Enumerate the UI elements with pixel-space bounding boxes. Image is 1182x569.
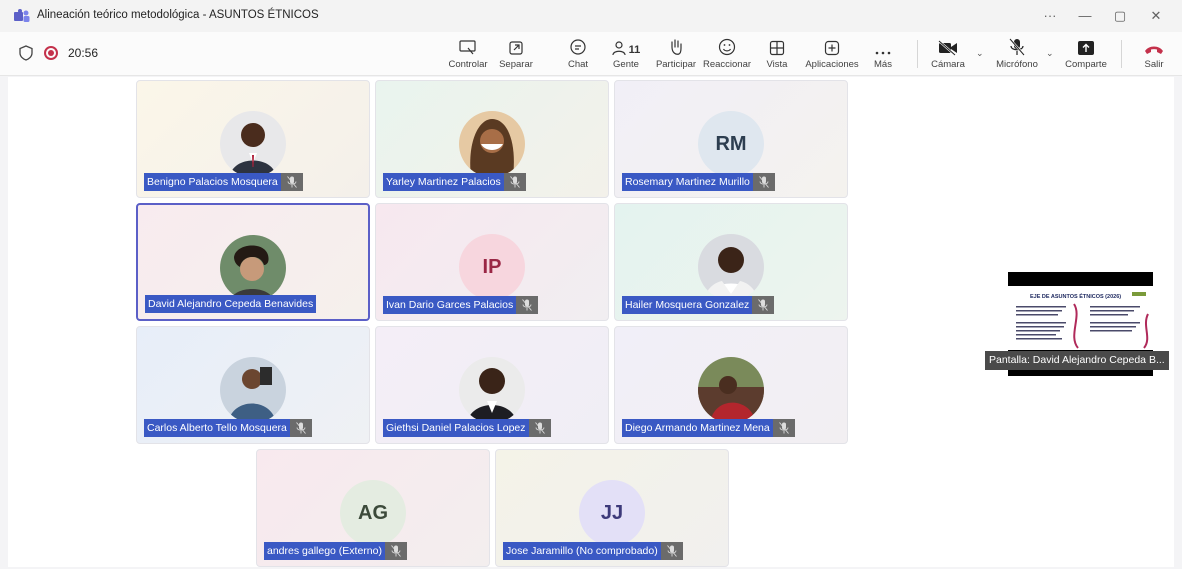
chat-button[interactable]: Chat (563, 32, 593, 76)
shared-slide: EJE DE ASUNTOS ÉTNICOS (2026) (1008, 286, 1153, 350)
participant-tile[interactable]: Benigno Palacios Mosquera (136, 80, 370, 198)
separate-button[interactable]: Separar (496, 32, 536, 76)
shield-icon (19, 45, 33, 61)
mic-muted-icon (503, 173, 526, 191)
recording-indicator-icon (44, 46, 58, 60)
view-button[interactable]: Vista (764, 32, 790, 76)
mic-muted-icon (772, 419, 795, 437)
avatar (220, 111, 286, 177)
microphone-button[interactable]: Micrófono (992, 32, 1042, 76)
avatar (698, 234, 764, 300)
participant-tile[interactable]: RM Rosemary Martinez Murillo (614, 80, 848, 198)
title-bar: Alineación teórico metodológica - ASUNTO… (0, 0, 1182, 32)
avatar (220, 357, 286, 423)
avatar (459, 357, 525, 423)
participant-nameplate: Diego Armando Martinez Mena (622, 419, 795, 437)
add-app-icon (824, 32, 840, 56)
participant-nameplate: Giethsi Daniel Palacios Lopez (383, 419, 551, 437)
mic-muted-icon (528, 419, 551, 437)
toolbar-divider (917, 40, 918, 68)
teams-icon (14, 9, 30, 22)
mic-muted-icon (752, 173, 775, 191)
mic-muted-icon (280, 173, 303, 191)
participant-nameplate: Hailer Mosquera Gonzalez (622, 296, 775, 314)
chat-icon (569, 32, 587, 56)
leave-button[interactable]: Salir (1134, 32, 1174, 76)
more-button[interactable]: Más (871, 32, 895, 76)
participant-nameplate: Ivan Dario Garces Palacios (383, 296, 539, 314)
participant-nameplate: Yarley Martinez Palacios (383, 173, 526, 191)
slide-content-graphic (1016, 292, 1149, 349)
participant-tile[interactable]: IP Ivan Dario Garces Palacios (375, 203, 609, 321)
avatar (459, 111, 525, 177)
give-control-icon (459, 32, 477, 56)
share-button[interactable]: Comparte (1063, 32, 1109, 76)
maximize-button[interactable]: ▢ (1106, 6, 1134, 26)
raise-hand-button[interactable]: Participar (654, 32, 698, 76)
mic-muted-icon (289, 419, 312, 437)
participant-tile-active-speaker[interactable]: David Alejandro Cepeda Benavides (136, 203, 370, 321)
screen-share-label: Pantalla: David Alejandro Cepeda B... (985, 351, 1169, 370)
share-screen-icon (1077, 32, 1095, 56)
avatar-initials: IP (459, 234, 525, 300)
avatar-initials: RM (698, 111, 764, 177)
participant-nameplate: Jose Jaramillo (No comprobado) (503, 542, 683, 560)
participant-tile[interactable]: JJ Jose Jaramillo (No comprobado) (495, 449, 729, 567)
raise-hand-icon (668, 32, 684, 56)
participant-nameplate: David Alejandro Cepeda Benavides (145, 295, 317, 313)
mic-muted-icon (516, 296, 539, 314)
react-button[interactable]: Reaccionar (703, 32, 751, 76)
mic-options-chevron-icon[interactable]: ⌄ (1046, 48, 1054, 59)
people-icon: 11 (612, 32, 641, 56)
avatar-initials: JJ (579, 480, 645, 546)
people-button[interactable]: 11 Gente (608, 32, 644, 76)
close-window-button[interactable]: ✕ (1142, 6, 1170, 26)
minimize-button[interactable]: — (1071, 6, 1099, 26)
hang-up-icon (1144, 32, 1164, 56)
participant-tile[interactable]: Yarley Martinez Palacios (375, 80, 609, 198)
window-title: Alineación teórico metodológica - ASUNTO… (37, 9, 319, 21)
mic-muted-icon (384, 542, 407, 560)
window-more-button[interactable]: ··· (1036, 6, 1064, 26)
participant-nameplate: Benigno Palacios Mosquera (144, 173, 303, 191)
participant-tile[interactable]: AG andres gallego (Externo) (256, 449, 490, 567)
emoji-icon (718, 32, 736, 56)
camera-off-icon (938, 32, 958, 56)
avatar-initials: AG (340, 480, 406, 546)
mic-muted-icon (660, 542, 683, 560)
toolbar-divider (1121, 40, 1122, 68)
microphone-off-icon (1009, 32, 1025, 56)
more-icon (875, 32, 891, 56)
avatar (698, 357, 764, 423)
participant-tile[interactable]: Diego Armando Martinez Mena (614, 326, 848, 444)
camera-button[interactable]: Cámara (928, 32, 968, 76)
participant-tile[interactable]: Carlos Alberto Tello Mosquera (136, 326, 370, 444)
pop-out-icon (508, 32, 524, 56)
grid-view-icon (769, 32, 785, 56)
participant-tile[interactable]: Giethsi Daniel Palacios Lopez (375, 326, 609, 444)
apps-button[interactable]: Aplicaciones (803, 32, 861, 76)
participant-tile[interactable]: Hailer Mosquera Gonzalez (614, 203, 848, 321)
people-count: 11 (628, 44, 641, 56)
participant-nameplate: Carlos Alberto Tello Mosquera (144, 419, 312, 437)
avatar (220, 235, 286, 301)
video-gallery: Benigno Palacios Mosquera Yarley Martine… (8, 77, 1174, 567)
participant-nameplate: Rosemary Martinez Murillo (622, 173, 775, 191)
camera-options-chevron-icon[interactable]: ⌄ (976, 48, 984, 59)
control-button[interactable]: Controlar (447, 32, 489, 76)
participant-nameplate: andres gallego (Externo) (264, 542, 407, 560)
meeting-toolbar: 20:56 Controlar Separar Chat 11 Gente Pa… (0, 32, 1182, 76)
meeting-timer: 20:56 (68, 46, 99, 60)
mic-muted-icon (752, 296, 775, 314)
